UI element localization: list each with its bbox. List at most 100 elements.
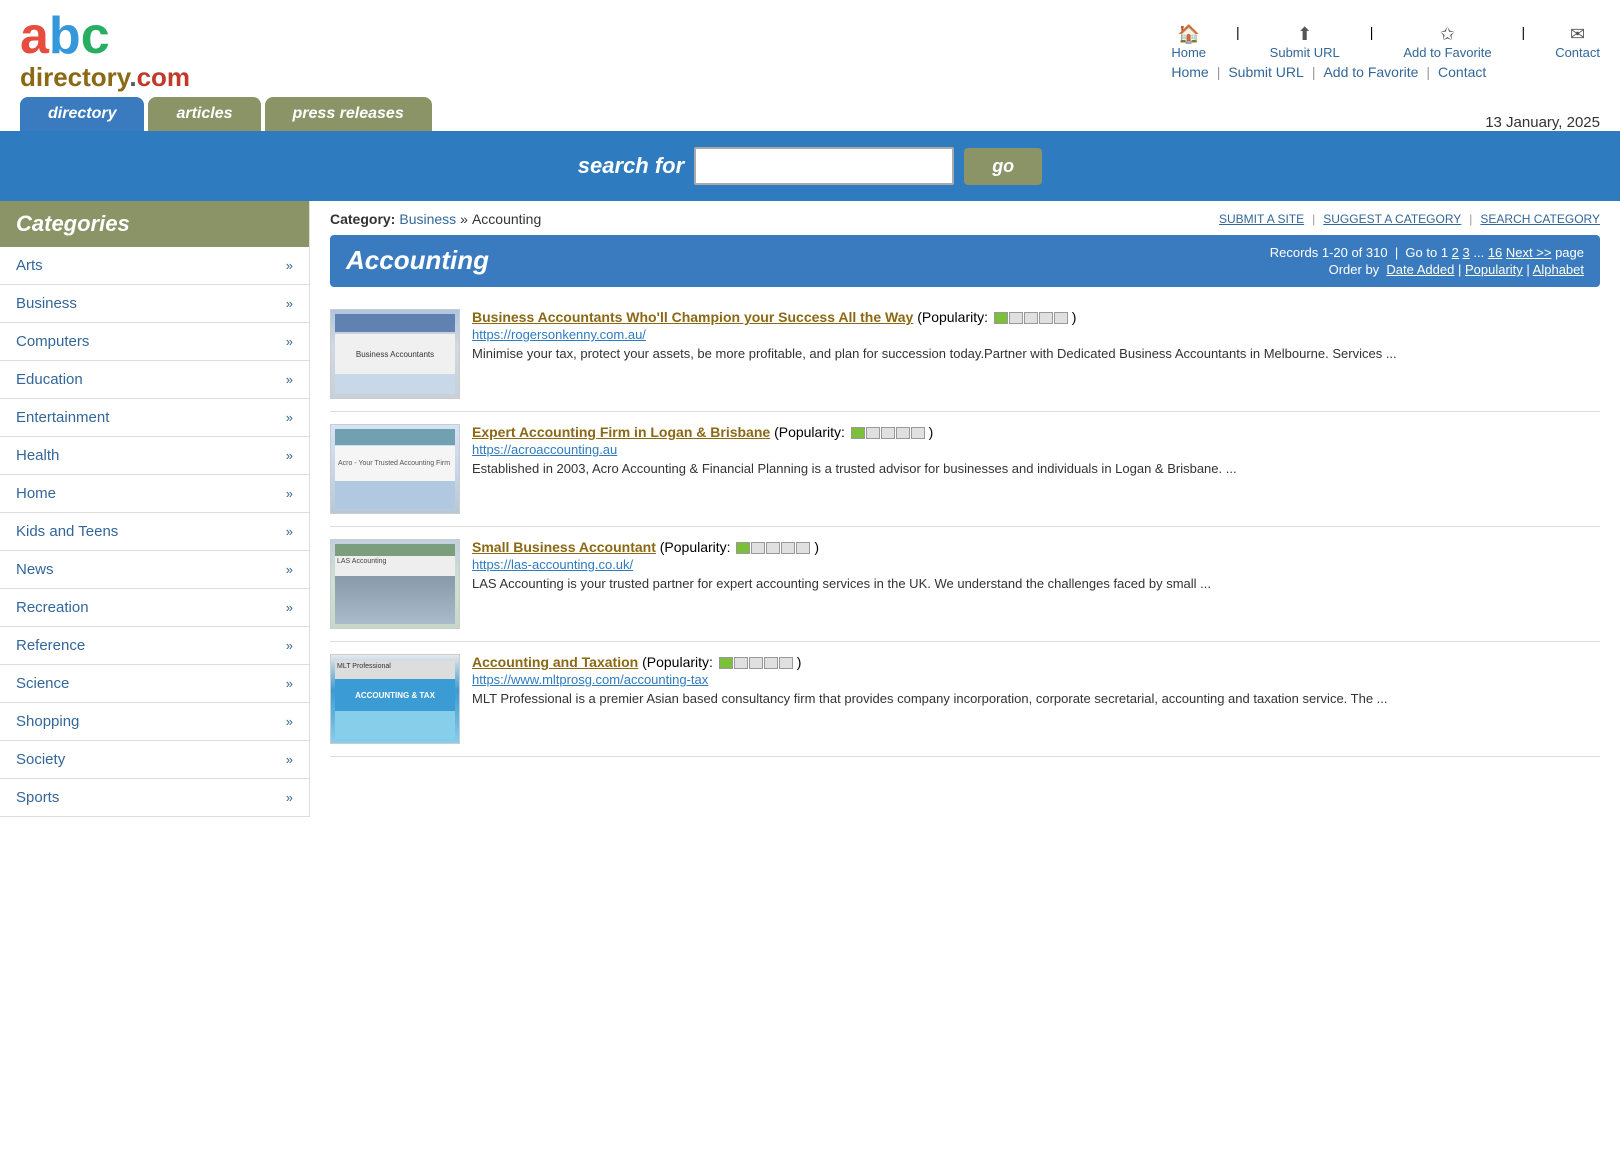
- page-3-link[interactable]: 3: [1463, 245, 1470, 260]
- next-page-link[interactable]: Next >>: [1506, 245, 1552, 260]
- suggest-category-link[interactable]: SUGGEST A CATEGORY: [1323, 212, 1461, 226]
- pop-seg-3-3: [766, 542, 780, 554]
- nav-favorite-text[interactable]: Add to Favorite: [1323, 64, 1418, 80]
- pop-seg-1-1: [994, 312, 1008, 324]
- logo-directory: directory.com: [20, 62, 190, 92]
- arrow-icon-science: »: [286, 676, 293, 691]
- tabs-bar: directory articles press releases 13 Jan…: [0, 97, 1620, 131]
- pop-seg-1-4: [1039, 312, 1053, 324]
- sidebar-label-entertainment: Entertainment: [16, 409, 109, 426]
- sidebar-item-sports[interactable]: Sports »: [0, 779, 309, 817]
- listing-title-2[interactable]: Expert Accounting Firm in Logan & Brisba…: [472, 424, 770, 440]
- sidebar-item-entertainment[interactable]: Entertainment »: [0, 399, 309, 437]
- listing-title-4[interactable]: Accounting and Taxation: [472, 654, 638, 670]
- category-meta: Records 1-20 of 310 | Go to 1 2 3 ... 16…: [1270, 245, 1584, 277]
- listing-title-1[interactable]: Business Accountants Who'll Champion you…: [472, 309, 913, 325]
- sidebar-item-science[interactable]: Science »: [0, 665, 309, 703]
- popularity-bar-2: [851, 427, 925, 439]
- sep2: |: [1312, 64, 1316, 80]
- breadcrumb-parent-link[interactable]: Business: [399, 211, 456, 227]
- sidebar-item-education[interactable]: Education »: [0, 361, 309, 399]
- listing-info-2: Expert Accounting Firm in Logan & Brisba…: [472, 424, 1600, 514]
- nav-submit-link[interactable]: ⬆ Submit URL: [1270, 24, 1340, 60]
- order-date-link[interactable]: Date Added: [1386, 262, 1454, 277]
- sidebar-item-news[interactable]: News »: [0, 551, 309, 589]
- header-nav-icons: 🏠 Home | ⬆ Submit URL | ✩ Add to Favorit…: [1171, 24, 1600, 60]
- nav-sep-2: |: [1370, 24, 1374, 60]
- sidebar-item-health[interactable]: Health »: [0, 437, 309, 475]
- popularity-label-4: (Popularity:: [642, 654, 717, 670]
- nav-sep-1: |: [1236, 24, 1240, 60]
- pop-seg-3-2: [751, 542, 765, 554]
- popularity-close-2: ): [929, 424, 934, 440]
- breadcrumb-label: Category:: [330, 211, 395, 227]
- pop-seg-2-5: [911, 427, 925, 439]
- sidebar-item-reference[interactable]: Reference »: [0, 627, 309, 665]
- sidebar-item-computers[interactable]: Computers »: [0, 323, 309, 361]
- tab-press-releases[interactable]: press releases: [265, 97, 432, 131]
- listing-thumbnail-3: LAS Accounting: [330, 539, 460, 629]
- thumb-overlay-1: Business Accountants: [331, 310, 459, 398]
- pop-seg-1-2: [1009, 312, 1023, 324]
- sidebar-item-arts[interactable]: Arts »: [0, 247, 309, 285]
- logo-letter-c: c: [81, 7, 110, 65]
- nav-favorite-label: Add to Favorite: [1403, 45, 1491, 60]
- listing-url-2[interactable]: https://acroaccounting.au: [472, 442, 1600, 457]
- nav-home-text[interactable]: Home: [1171, 64, 1208, 80]
- submit-site-link[interactable]: SUBMIT A SITE: [1219, 212, 1304, 226]
- arrow-icon-home: »: [286, 486, 293, 501]
- tab-directory[interactable]: directory: [20, 97, 144, 131]
- pop-seg-3-5: [796, 542, 810, 554]
- order-alphabet-link[interactable]: Alphabet: [1533, 262, 1584, 277]
- logo: abc directory.com: [20, 10, 190, 93]
- logo-letter-b: b: [49, 7, 81, 65]
- search-category-link[interactable]: SEARCH CATEGORY: [1480, 212, 1600, 226]
- tab-articles[interactable]: articles: [148, 97, 260, 131]
- search-button[interactable]: go: [964, 148, 1042, 185]
- arrow-icon-health: »: [286, 448, 293, 463]
- sidebar-item-recreation[interactable]: Recreation »: [0, 589, 309, 627]
- listing-info-1: Business Accountants Who'll Champion you…: [472, 309, 1600, 399]
- popularity-close-4: ): [797, 654, 802, 670]
- pop-seg-4-2: [734, 657, 748, 669]
- nav-submit-text[interactable]: Submit URL: [1228, 64, 1303, 80]
- pop-seg-4-3: [749, 657, 763, 669]
- pop-seg-2-1: [851, 427, 865, 439]
- pop-seg-2-4: [896, 427, 910, 439]
- sidebar-header: Categories: [0, 201, 309, 247]
- nav-contact-link[interactable]: ✉ Contact: [1555, 24, 1600, 60]
- search-bar: search for go: [0, 131, 1620, 201]
- listing-url-4[interactable]: https://www.mltprosg.com/accounting-tax: [472, 672, 1600, 687]
- thumb-overlay-4: MLT Professional ACCOUNTING & TAX: [331, 655, 459, 743]
- page-16-link[interactable]: 16: [1488, 245, 1502, 260]
- arrow-icon-business: »: [286, 296, 293, 311]
- sidebar-item-society[interactable]: Society »: [0, 741, 309, 779]
- arrow-icon-reference: »: [286, 638, 293, 653]
- listing-desc-4: MLT Professional is a premier Asian base…: [472, 691, 1388, 706]
- order-popularity-link[interactable]: Popularity: [1465, 262, 1523, 277]
- listing-url-1[interactable]: https://rogersonkenny.com.au/: [472, 327, 1600, 342]
- page-2-link[interactable]: 2: [1452, 245, 1459, 260]
- sidebar-item-kids-and-teens[interactable]: Kids and Teens »: [0, 513, 309, 551]
- contact-icon: ✉: [1570, 24, 1585, 45]
- date-display: 13 January, 2025: [1485, 114, 1600, 131]
- order-by: Order by Date Added | Popularity | Alpha…: [1270, 262, 1584, 277]
- logo-abc: abc: [20, 10, 190, 62]
- sidebar-item-shopping[interactable]: Shopping »: [0, 703, 309, 741]
- popularity-bar-3: [736, 542, 810, 554]
- home-icon: 🏠: [1177, 24, 1199, 45]
- search-input[interactable]: [694, 147, 954, 185]
- sidebar-item-business[interactable]: Business »: [0, 285, 309, 323]
- nav-contact-text[interactable]: Contact: [1438, 64, 1486, 80]
- nav-home-link[interactable]: 🏠 Home: [1171, 24, 1206, 60]
- listing-thumbnail-1: Business Accountants: [330, 309, 460, 399]
- tabs: directory articles press releases: [20, 97, 432, 131]
- listing-url-3[interactable]: https://las-accounting.co.uk/: [472, 557, 1600, 572]
- breadcrumb-left: Category: Business » Accounting: [330, 211, 541, 227]
- breadcrumb-current: Accounting: [472, 211, 541, 227]
- nav-favorite-link[interactable]: ✩ Add to Favorite: [1403, 24, 1491, 60]
- popularity-label-1: (Popularity:: [917, 309, 992, 325]
- listing-title-3[interactable]: Small Business Accountant: [472, 539, 656, 555]
- sidebar-item-home[interactable]: Home »: [0, 475, 309, 513]
- arrow-icon-news: »: [286, 562, 293, 577]
